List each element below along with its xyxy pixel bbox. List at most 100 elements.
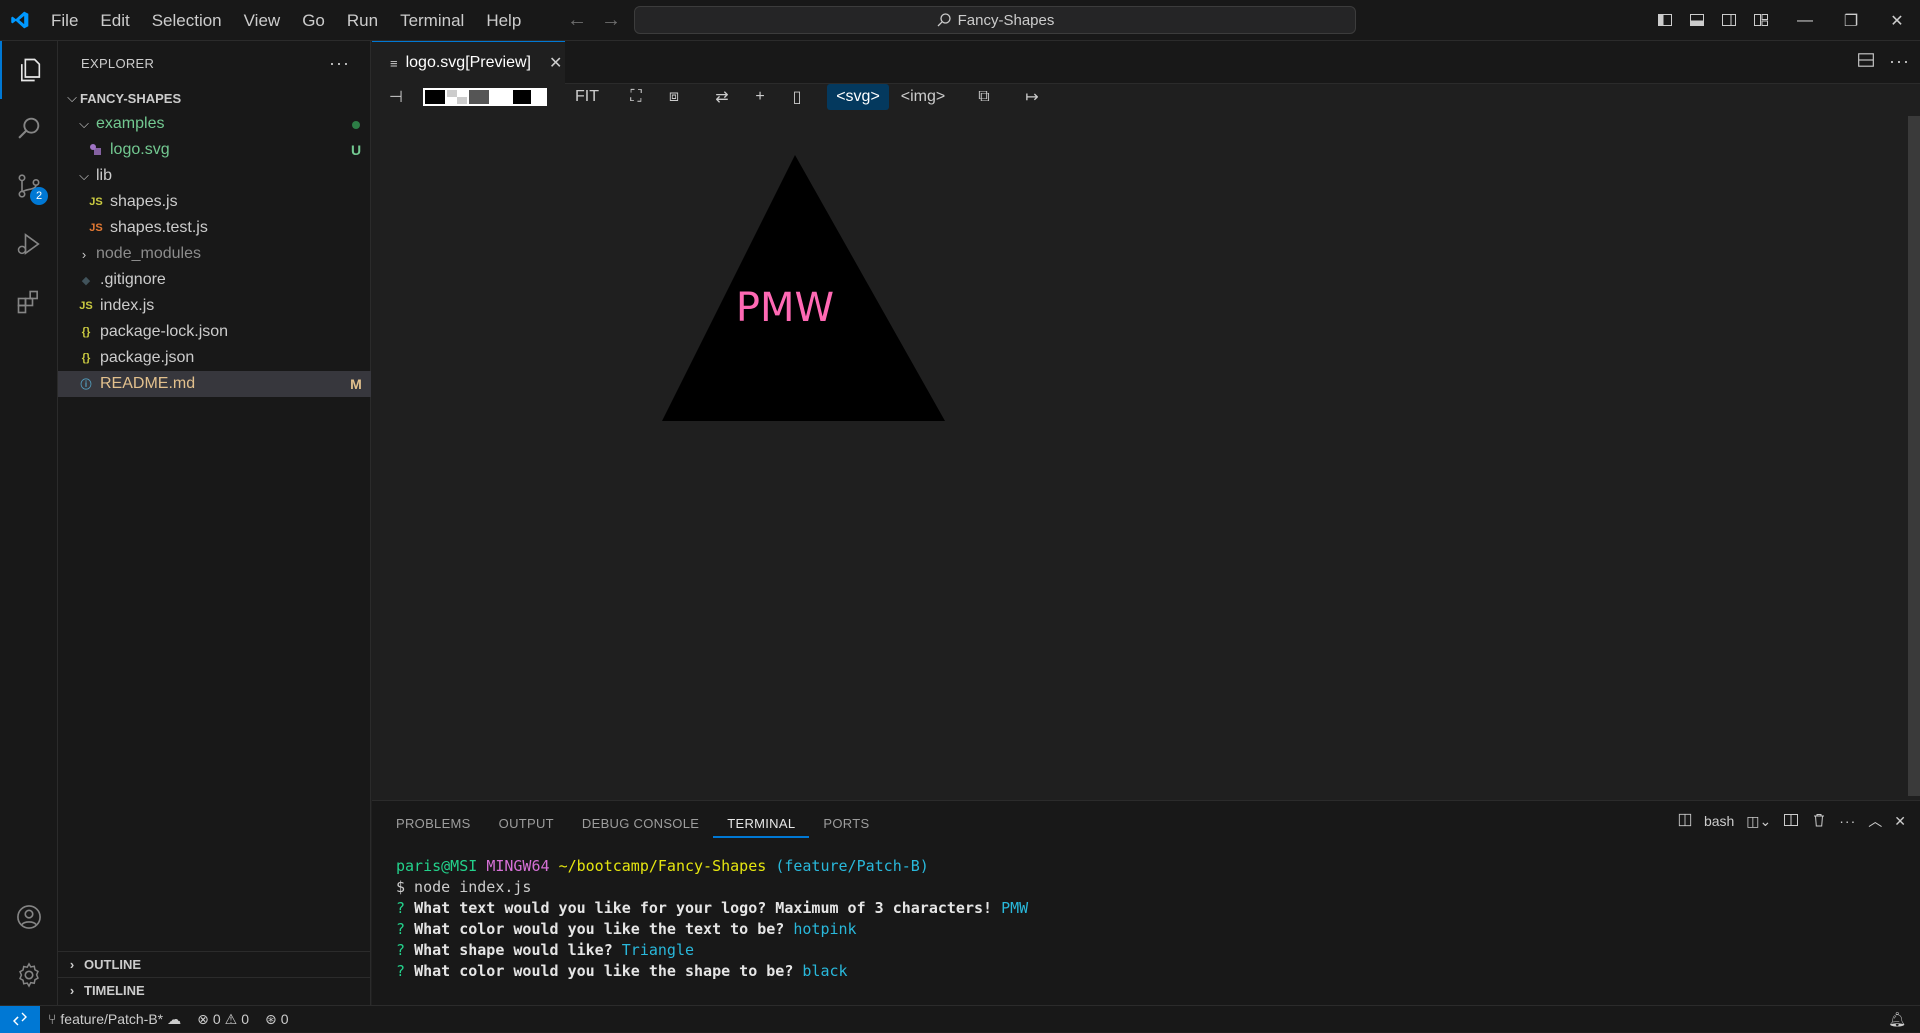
outline-section[interactable]: › OUTLINE: [58, 951, 371, 977]
tree-item-logo-svg[interactable]: logo.svg U: [58, 137, 371, 163]
tree-item-shapes-test-js[interactable]: JS shapes.test.js: [58, 215, 371, 241]
pin-icon[interactable]: ⊣: [386, 84, 406, 110]
error-count: 0: [212, 1011, 221, 1027]
tree-item-index-js[interactable]: JS index.js: [58, 293, 371, 319]
maximize-panel-chevron-up-icon[interactable]: ︿: [1868, 811, 1882, 831]
settings-gear-icon[interactable]: [0, 946, 58, 1004]
js-test-file-icon: JS: [89, 222, 103, 234]
background-pattern-selector[interactable]: [422, 84, 548, 110]
tab-ports[interactable]: PORTS: [809, 801, 883, 845]
split-terminal-icon[interactable]: [1783, 812, 1799, 831]
tree-item-gitignore[interactable]: ◆ .gitignore: [58, 267, 371, 293]
forward-arrow-icon[interactable]: →: [600, 8, 622, 32]
chevron-down-icon: ⌵: [79, 168, 89, 183]
svg-file-icon: [86, 142, 106, 158]
tree-item-label: .gitignore: [100, 271, 166, 288]
customize-layout-icon[interactable]: [1750, 8, 1772, 32]
explorer-more-actions-icon[interactable]: ···: [329, 53, 350, 74]
menu-selection[interactable]: Selection: [141, 0, 233, 41]
menu-run[interactable]: Run: [336, 0, 389, 41]
tree-item-label: README.md: [100, 375, 196, 392]
source-control-icon[interactable]: 2: [0, 157, 58, 215]
folder-root[interactable]: ⌵ FANCY-SHAPES: [58, 85, 371, 111]
activity-bar: 2: [0, 41, 58, 1005]
export-arrow-icon[interactable]: ↦: [1020, 84, 1044, 110]
problems-status[interactable]: ⊗ 0 ⚠ 0: [189, 1011, 257, 1028]
cloud-sync-icon: ☁: [167, 1010, 182, 1027]
tree-item-shapes-js[interactable]: JS shapes.js: [58, 189, 371, 215]
fit-button[interactable]: FIT: [572, 84, 602, 110]
menu-file[interactable]: File: [40, 0, 89, 41]
chevron-down-icon: ⌵: [79, 116, 89, 131]
navigation-arrows: ← →: [566, 8, 622, 32]
tab-logo-svg-preview[interactable]: ≡ logo.svg[Preview] ✕: [372, 41, 565, 84]
close-window-icon[interactable]: ✕: [1874, 0, 1920, 41]
shell-label[interactable]: bash: [1704, 813, 1734, 829]
tree-item-readme-md[interactable]: ⓘ README.md M: [58, 371, 371, 397]
untracked-badge: U: [350, 142, 362, 158]
copy-icon[interactable]: ⧉: [972, 84, 996, 110]
toggle-primary-sidebar-icon[interactable]: [1654, 8, 1676, 32]
img-mode-button[interactable]: <img>: [896, 84, 950, 110]
minimize-icon[interactable]: —: [1782, 0, 1828, 41]
run-debug-icon[interactable]: [0, 215, 58, 273]
notifications-bell-icon[interactable]: 🔔︎: [1880, 1011, 1920, 1028]
close-panel-icon[interactable]: ✕: [1894, 813, 1906, 830]
tree-item-package-lock-json[interactable]: {} package-lock.json: [58, 319, 371, 345]
new-terminal-dropdown-icon[interactable]: ◫⌄: [1746, 813, 1771, 830]
kill-terminal-trash-icon[interactable]: [1811, 812, 1827, 831]
tab-label: logo.svg[Preview]: [405, 54, 531, 71]
restore-icon[interactable]: ❐: [1828, 0, 1874, 41]
explorer-icon[interactable]: [0, 41, 58, 99]
editor-more-actions-icon[interactable]: ···: [1889, 51, 1910, 74]
accounts-icon[interactable]: [0, 888, 58, 946]
tree-item-lib[interactable]: ⌵ lib: [58, 163, 371, 189]
tree-item-node-modules[interactable]: › node_modules: [58, 241, 371, 267]
extensions-icon[interactable]: [0, 273, 58, 331]
layout-controls: [1654, 8, 1772, 32]
command-center-search[interactable]: Fancy-Shapes: [634, 6, 1356, 34]
terminal-question-line: ? What text would you like for your logo…: [396, 899, 1029, 917]
search-icon[interactable]: [0, 99, 58, 157]
vscode-logo-icon: [0, 0, 40, 41]
branch-status[interactable]: ⑂ feature/Patch-B* ☁: [40, 1011, 189, 1028]
terminal-output[interactable]: paris@MSI MINGW64 ~/bootcamp/Fancy-Shape…: [396, 856, 1028, 982]
panel-more-actions-icon[interactable]: ···: [1839, 813, 1856, 829]
tab-terminal[interactable]: TERMINAL: [713, 808, 809, 838]
error-icon: ⊗: [197, 1010, 209, 1027]
zoom-fit-icon[interactable]: ⛶: [624, 84, 648, 110]
toggle-secondary-sidebar-icon[interactable]: [1718, 8, 1740, 32]
menu-help[interactable]: Help: [475, 0, 532, 41]
git-file-icon: ◆: [81, 274, 91, 287]
remote-indicator-icon[interactable]: [0, 1005, 40, 1033]
question-text: What color would you like the text to be…: [414, 920, 785, 938]
show-source-icon[interactable]: ▯: [785, 84, 809, 110]
close-tab-icon[interactable]: ✕: [549, 53, 562, 73]
answer-text: PMW: [1001, 899, 1029, 917]
menu-go[interactable]: Go: [291, 0, 336, 41]
tree-item-package-json[interactable]: {} package.json: [58, 345, 371, 371]
menu-edit[interactable]: Edit: [89, 0, 140, 41]
editor-tabs: ≡ logo.svg[Preview] ✕ ···: [372, 41, 1920, 84]
command-center-label: Fancy-Shapes: [957, 11, 1055, 29]
add-icon[interactable]: +: [748, 84, 772, 110]
js-file-icon: JS: [89, 196, 103, 208]
tab-problems[interactable]: PROBLEMS: [382, 801, 485, 845]
split-editor-icon[interactable]: [1857, 51, 1875, 74]
swap-icon[interactable]: ⇄: [710, 84, 734, 110]
chevron-down-icon: ⌵: [67, 90, 77, 105]
tab-output[interactable]: OUTPUT: [485, 801, 568, 845]
svg-mode-button[interactable]: <svg>: [827, 84, 889, 110]
toggle-panel-icon[interactable]: [1686, 8, 1708, 32]
back-arrow-icon[interactable]: ←: [566, 8, 588, 32]
preview-scrollbar[interactable]: [1908, 116, 1920, 796]
timeline-section[interactable]: › TIMELINE: [58, 977, 371, 1003]
menu-view[interactable]: View: [233, 0, 292, 41]
tree-item-examples[interactable]: ⌵ examples: [58, 111, 371, 137]
ports-status[interactable]: ⊛ 0: [257, 1011, 297, 1028]
tab-debug-console[interactable]: DEBUG CONSOLE: [568, 801, 713, 845]
menu-terminal[interactable]: Terminal: [389, 0, 475, 41]
zoom-actual-icon[interactable]: ⧈: [662, 84, 686, 110]
terminal-command-line: $ node index.js: [396, 878, 532, 896]
logo-text: PMW: [736, 285, 834, 331]
